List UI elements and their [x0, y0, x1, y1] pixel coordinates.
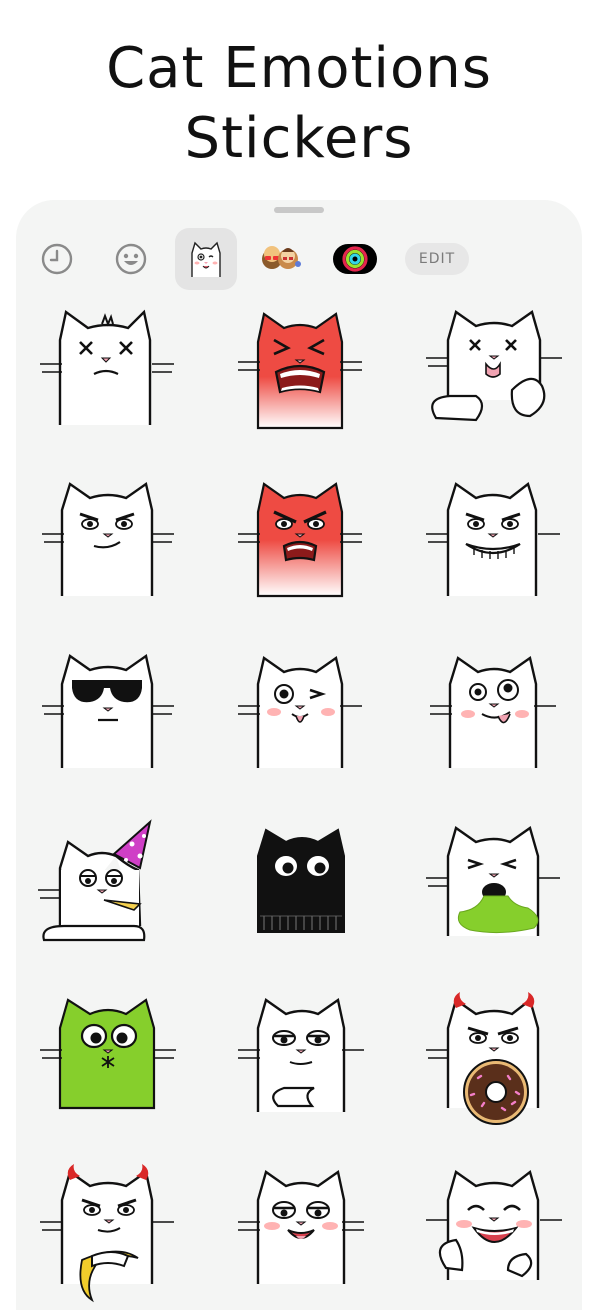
sticker-silly-tongue-cat[interactable]	[416, 644, 566, 794]
sticker-grinning-cat[interactable]	[416, 472, 566, 622]
memoji-icon	[262, 246, 301, 269]
smiley-icon	[115, 243, 147, 275]
sticker-green-shocked-cat[interactable]	[32, 988, 182, 1138]
sticker-devil-banana-cat[interactable]	[32, 1160, 182, 1310]
sticker-black-hoodie-cat[interactable]	[224, 816, 374, 966]
sticker-flirty-cat[interactable]	[224, 1160, 374, 1310]
sticker-dizzy-cat[interactable]	[32, 300, 182, 450]
tab-activity[interactable]	[324, 228, 386, 290]
page-headline: Cat Emotions Stickers	[0, 34, 598, 174]
sticker-furious-red-cat[interactable]	[224, 300, 374, 450]
headline-line-1: Cat Emotions	[106, 36, 492, 101]
edit-button[interactable]: EDIT	[405, 243, 469, 275]
tab-memoji[interactable]	[250, 228, 312, 290]
clock-icon	[41, 243, 73, 275]
sticker-drawer: EDIT	[16, 200, 582, 1310]
drawer-grabber[interactable]	[274, 207, 324, 213]
sticker-vomiting-cat[interactable]	[416, 816, 566, 966]
sticker-laughing-cat[interactable]	[416, 1160, 566, 1310]
sticker-smug-cat[interactable]	[32, 472, 182, 622]
sticker-winking-cat[interactable]	[224, 644, 374, 794]
sticker-devil-donut-cat[interactable]	[416, 988, 566, 1138]
sticker-unimpressed-cat[interactable]	[224, 988, 374, 1138]
tab-cat-emotions[interactable]	[175, 228, 237, 290]
sticker-party-hat-cat[interactable]	[32, 816, 182, 966]
activity-rings-icon	[333, 244, 377, 274]
sticker-angry-red-cat[interactable]	[224, 472, 374, 622]
headline-line-2: Stickers	[184, 106, 414, 171]
sticker-knocked-out-cat[interactable]	[416, 300, 566, 450]
tab-emoji[interactable]	[100, 228, 162, 290]
cat-sticker-icon	[191, 241, 221, 277]
tab-recents[interactable]	[26, 228, 88, 290]
sticker-sunglasses-cat[interactable]	[32, 644, 182, 794]
sticker-tab-bar: EDIT	[16, 228, 582, 290]
